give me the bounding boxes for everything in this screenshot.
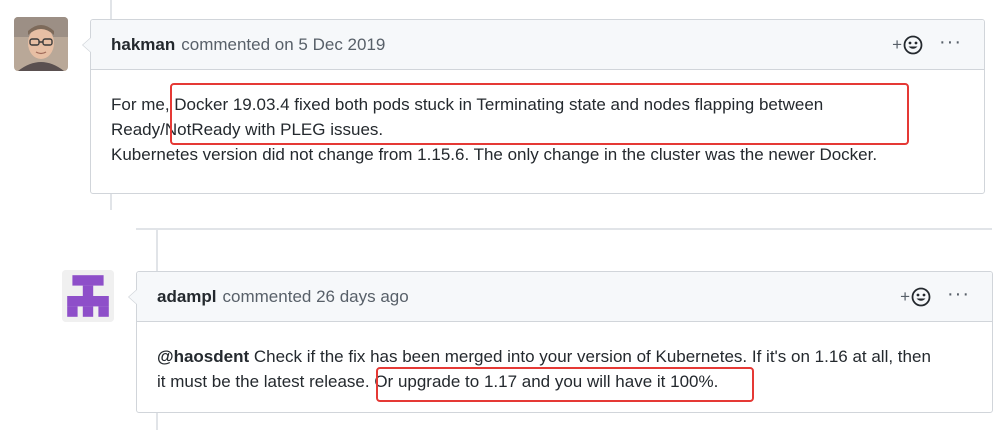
add-reaction-button[interactable]: + — [900, 287, 931, 307]
highlight-box-docker — [170, 83, 909, 145]
author-link[interactable]: adampl — [157, 287, 217, 307]
more-options-button[interactable]: ··· — [947, 284, 970, 310]
timeline-break — [136, 228, 992, 230]
add-reaction-button[interactable]: + — [892, 35, 923, 55]
comment-header: hakman commented on 5 Dec 2019 + ··· — [91, 20, 984, 70]
comment-line: @haosdent Check if the fix has been merg… — [157, 344, 992, 369]
comment-text: Check if the fix has been merged into yo… — [253, 347, 931, 366]
smiley-icon — [903, 35, 923, 55]
avatar-hakman[interactable] — [14, 17, 68, 71]
comment-actions: + ··· — [900, 272, 970, 322]
avatar-adampl[interactable] — [62, 270, 114, 322]
comment-header: adampl commented 26 days ago + ··· — [137, 272, 992, 322]
highlight-box-upgrade — [376, 367, 754, 402]
plus-label: + — [892, 35, 903, 54]
smiley-icon — [911, 287, 931, 307]
comment-actions: + ··· — [892, 20, 962, 70]
comment-timestamp[interactable]: commented 26 days ago — [223, 287, 409, 307]
comment-timestamp[interactable]: commented on 5 Dec 2019 — [181, 35, 385, 55]
plus-label: + — [900, 287, 911, 306]
more-options-button[interactable]: ··· — [939, 32, 962, 58]
mention-link[interactable]: @haosdent — [157, 347, 249, 366]
author-link[interactable]: hakman — [111, 35, 175, 55]
comment-line: Kubernetes version did not change from 1… — [111, 145, 878, 164]
